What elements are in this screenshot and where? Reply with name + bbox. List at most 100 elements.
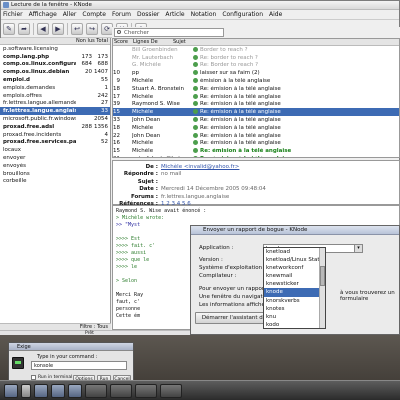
group-item[interactable]: comp.lang.php 173 173 bbox=[0, 53, 110, 61]
article-row[interactable]: 18 Stuart A. Bronstein Re: émision à la té… bbox=[113, 85, 399, 93]
article-row[interactable]: 33 John Dean Re: émision à la télé anglais… bbox=[113, 116, 399, 124]
article-score: 39 bbox=[113, 101, 120, 108]
col-subject[interactable]: Sujet bbox=[173, 39, 186, 45]
article-row[interactable]: 15 Michèle Re: émision à la télé anglaise bbox=[113, 147, 399, 155]
article-score: 18 bbox=[113, 85, 120, 92]
article-row[interactable]: 15 Michèle Re: émision à la télé anglaise bbox=[113, 108, 399, 117]
group-item[interactable]: comp.os.linux.configuration 684 688 bbox=[0, 61, 110, 69]
group-name: comp.os.linux.configuration bbox=[3, 61, 76, 68]
search-icon bbox=[117, 30, 121, 34]
group-name: locaux bbox=[3, 147, 22, 154]
application-option[interactable]: knetload bbox=[264, 248, 325, 256]
taskbar-window-exec[interactable] bbox=[160, 383, 182, 398]
article-row[interactable]: 10 pp laisser sur sa faim (2) bbox=[113, 69, 399, 77]
start-wizard-button[interactable]: Démarrer l'assistant de bbox=[195, 312, 273, 324]
info-text-2: Une fenêtre du navigateur bbox=[199, 294, 272, 300]
col-lines[interactable]: Lignes De bbox=[133, 39, 173, 45]
menu-bar: Fichier Affichage Aller Compte Forum Dos… bbox=[1, 10, 399, 20]
new-article-button[interactable]: ✎ bbox=[3, 22, 15, 35]
home-folder-icon[interactable] bbox=[34, 383, 48, 398]
group-item[interactable]: proxad.free.services.pagesperso 52 bbox=[0, 139, 110, 147]
application-option[interactable]: knorskverbs bbox=[264, 297, 325, 305]
run-prompt-label: Type in your command : bbox=[37, 354, 98, 360]
body-line: > Michèle wrote: bbox=[116, 215, 165, 221]
group-total: 173 bbox=[97, 53, 109, 60]
kmenu-icon[interactable] bbox=[4, 383, 18, 398]
application-option[interactable]: knetworkconf bbox=[264, 264, 325, 272]
group-item[interactable]: microsoft.public.fr.windowsxp 2054 bbox=[0, 115, 110, 123]
search-input[interactable]: Chercher bbox=[114, 28, 224, 37]
article-score: 17 bbox=[113, 93, 120, 100]
send-button[interactable]: ➦ bbox=[18, 22, 30, 35]
back-button[interactable]: ◀ bbox=[37, 22, 49, 35]
forward-button[interactable]: ▶ bbox=[52, 22, 64, 35]
group-item[interactable]: proxad.free.incidents 4 bbox=[0, 131, 110, 139]
group-total: 55 bbox=[101, 77, 108, 84]
group-item[interactable]: proxad.free.adsl 288 1356 bbox=[0, 123, 110, 131]
article-row[interactable]: Bill Groenbinden Border to reach ? bbox=[113, 46, 399, 54]
forward-mail-button[interactable]: ↪ bbox=[86, 22, 98, 35]
menu-configuration[interactable]: Configuration bbox=[222, 11, 263, 18]
show-desktop-icon[interactable] bbox=[21, 383, 31, 398]
application-option[interactable]: knode bbox=[264, 288, 325, 297]
group-item[interactable]: emplois.demandes 1 bbox=[0, 84, 110, 92]
from-link[interactable]: Michèle <invalid@yahoo.fr> bbox=[161, 164, 239, 170]
article-list: Bill Groenbinden Border to reach ? Mr. Lau… bbox=[113, 46, 399, 157]
desktop-pager[interactable] bbox=[85, 383, 107, 398]
menu-aide[interactable]: Aide bbox=[269, 11, 282, 18]
article-row[interactable]: 18 Michèle Re: émision à la télé anglaise bbox=[113, 124, 399, 132]
group-item[interactable]: fr.lettres.langue.anglaise 33 bbox=[0, 107, 110, 116]
article-subject: Border to reach ? bbox=[193, 46, 399, 53]
application-option[interactable]: knewmail bbox=[264, 272, 325, 280]
col-score[interactable]: Score bbox=[113, 39, 133, 45]
terminal-launcher-icon[interactable] bbox=[68, 383, 82, 398]
article-row[interactable]: 39 Raymond S. Wise Re: émision à la télé a… bbox=[113, 101, 399, 109]
dropdown-scrollbar[interactable] bbox=[319, 248, 325, 328]
menu-dossier[interactable]: Dossier bbox=[137, 11, 159, 18]
article-row[interactable]: 22 John Dean Re: émision à la télé anglais… bbox=[113, 132, 399, 140]
article-row[interactable]: G. Michèle Re: Border to reach ? bbox=[113, 62, 399, 70]
group-filter-label[interactable]: Filtre : Tous bbox=[0, 323, 111, 330]
article-row[interactable]: 16 Michèle Re: émision à la télé anglaise bbox=[113, 140, 399, 148]
group-item[interactable]: emploi.d 55 bbox=[0, 76, 110, 84]
menu-fichier[interactable]: Fichier bbox=[3, 11, 23, 18]
menu-affichage[interactable]: Affichage bbox=[29, 11, 57, 18]
article-row[interactable]: 21 peterfelgate@hot...Re: émision à la té… bbox=[113, 155, 399, 157]
menu-compte[interactable]: Compte bbox=[82, 11, 106, 18]
article-score: 33 bbox=[113, 117, 120, 124]
group-item[interactable]: locaux bbox=[0, 146, 110, 154]
scrollbar-thumb[interactable] bbox=[320, 266, 325, 286]
reply-button[interactable]: ↩ bbox=[71, 22, 83, 35]
article-score: 9 bbox=[116, 78, 121, 85]
article-row[interactable]: 17 Michèle Re: émision à la télé anglaise bbox=[113, 93, 399, 101]
menu-article[interactable]: Article bbox=[165, 11, 184, 18]
group-item[interactable]: corbeille bbox=[0, 178, 110, 186]
menu-forum[interactable]: Forum bbox=[112, 11, 131, 18]
thread-dot-icon bbox=[193, 140, 198, 146]
application-option[interactable]: knewsticker bbox=[264, 280, 325, 288]
group-name: emplois.demandes bbox=[3, 84, 56, 91]
article-subject: Re: émision à la télé anglaise bbox=[193, 85, 399, 92]
taskbar-window-knode[interactable] bbox=[110, 383, 132, 398]
group-item[interactable]: comp.os.linux.debian 20 1407 bbox=[0, 68, 110, 76]
browser-icon[interactable] bbox=[51, 383, 65, 398]
group-item[interactable]: envoyés bbox=[0, 162, 110, 170]
group-list-panel: Non lus Total p.software.licensing comp.l… bbox=[0, 38, 111, 330]
group-item[interactable]: emplois.offres 242 bbox=[0, 92, 110, 100]
application-option[interactable]: kodo bbox=[264, 321, 325, 328]
header-from: De : Michèle <invalid@yahoo.fr> bbox=[145, 163, 240, 170]
command-input[interactable]: konsole bbox=[31, 361, 127, 370]
article-row[interactable]: Mr. Lauterbach Re: border to reach ? bbox=[113, 54, 399, 62]
application-option[interactable]: knu bbox=[264, 313, 325, 321]
group-item[interactable]: fr.lettres.langue.allemande 27 bbox=[0, 100, 110, 108]
application-option[interactable]: knetload/Linux Statistics bbox=[264, 256, 325, 264]
taskbar-window-bug[interactable] bbox=[135, 383, 157, 398]
article-row[interactable]: 9 Michèle émision à la télé anglaise bbox=[113, 77, 399, 85]
menu-notation[interactable]: Notation bbox=[191, 11, 217, 18]
group-item[interactable]: p.software.licensing bbox=[0, 45, 110, 53]
thread-dot-icon bbox=[193, 148, 198, 154]
group-item[interactable]: envoyer bbox=[0, 154, 110, 162]
menu-aller[interactable]: Aller bbox=[63, 11, 77, 18]
group-item[interactable]: brouillons bbox=[0, 170, 110, 178]
application-option[interactable]: knotes bbox=[264, 305, 325, 313]
